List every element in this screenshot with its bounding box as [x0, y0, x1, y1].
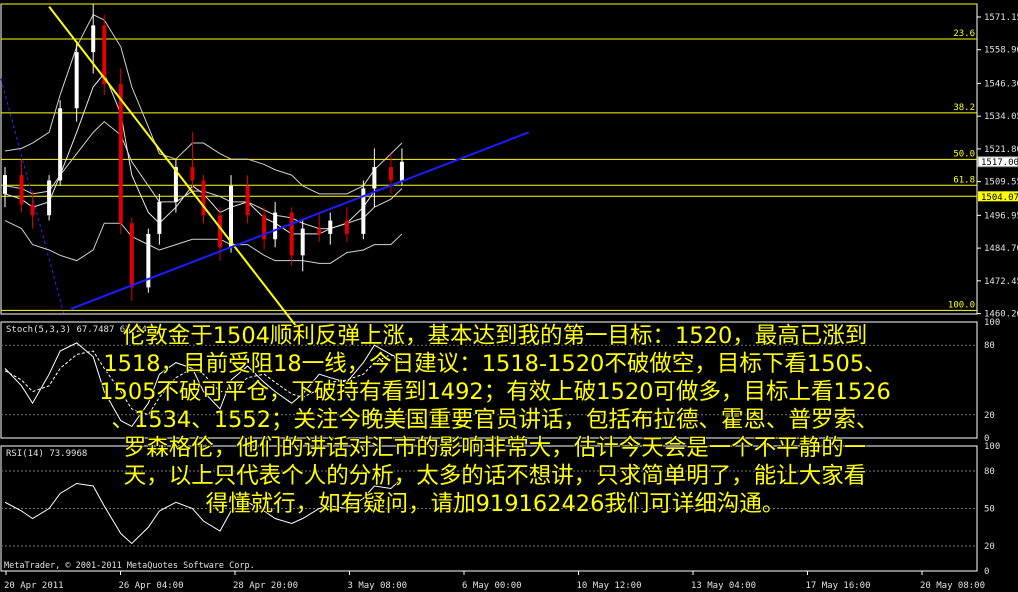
- analysis-line-2: 1518，目前受阻18一线，今日建议：1518-1520不破做空，目标下看150…: [103, 350, 888, 378]
- candle-body: [372, 167, 377, 189]
- time-tick-label: 26 Apr 04:00: [119, 581, 184, 591]
- marker-price-label: 1504.07: [981, 193, 1018, 203]
- candle-body: [19, 175, 24, 205]
- time-tick-label: 20 May 08:00: [920, 581, 985, 591]
- candle-body: [229, 185, 234, 248]
- candle-body: [129, 223, 134, 288]
- copyright-label: MetaTrader, © 2001-2011 MetaQuotes Softw…: [4, 561, 255, 571]
- time-tick-label: 17 May 16:00: [806, 581, 871, 591]
- analysis-line-5: 罗森格伦，他们的讲话对汇市的影响非常大，估计今天会是一个不平静的一: [123, 434, 867, 462]
- price-tick-label: 1546.30: [984, 79, 1018, 89]
- fib-level-label: 100.0: [948, 300, 975, 310]
- time-tick-label: 3 May 08:00: [348, 581, 408, 591]
- candle-body: [118, 84, 123, 224]
- series-bb-upper: [4, 14, 403, 195]
- time-tick-label: 13 May 04:00: [691, 581, 756, 591]
- candle-body: [201, 180, 206, 216]
- candle-body: [388, 167, 393, 181]
- trendline-blue-uptrend: [70, 131, 530, 310]
- fib-level-label: 38.2: [953, 103, 975, 113]
- candle-body: [47, 180, 52, 216]
- candle-body: [91, 25, 96, 53]
- trendline-yellow-downtrend: [48, 6, 298, 329]
- price-tick-label: 1484.70: [984, 244, 1018, 254]
- candle-body: [245, 185, 250, 216]
- price-tick-label: 1496.95: [984, 211, 1018, 221]
- rsi-tick-label: 20: [984, 542, 995, 552]
- time-tick-label: 28 Apr 20:00: [233, 581, 298, 591]
- current-price-label: 1517.00: [981, 158, 1018, 168]
- price-tick-label: 1571.15: [984, 13, 1018, 23]
- price-tick-label: 1521.80: [984, 145, 1018, 155]
- candle-body: [190, 167, 195, 181]
- fib-level-label: 50.0: [953, 149, 975, 159]
- analysis-line-1: 伦敦金于1504顺利反弹上涨，基本达到我的第一目标：1520，最高已涨到: [122, 322, 868, 350]
- candle-body: [328, 220, 333, 234]
- analysis-line-7: 得懂就行，如有疑问，请加919162426我们可详细沟通。: [205, 490, 785, 518]
- candle-body: [273, 212, 278, 240]
- price-tick-label: 1558.90: [984, 46, 1018, 56]
- candle-body: [344, 220, 349, 234]
- candle-body: [3, 175, 7, 194]
- candle-body: [157, 201, 162, 234]
- fib-level-label: 61.8: [953, 175, 975, 185]
- time-tick-label: 6 May 00:00: [462, 581, 522, 591]
- price-tick-label: 1472.45: [984, 277, 1018, 287]
- candle-body: [218, 215, 223, 248]
- candle-body: [58, 108, 63, 181]
- analysis-line-6: 天，以上只代表个人的分析，太多的话不想讲，只求简单明了，能让大家看: [123, 462, 867, 490]
- candle-body: [399, 161, 404, 181]
- candle-body: [300, 228, 305, 256]
- analysis-text-overlay: 伦敦金于1504顺利反弹上涨，基本达到我的第一目标：1520，最高已涨到 151…: [0, 322, 990, 518]
- fib-level-label: 23.6: [953, 29, 975, 39]
- candle-body: [317, 228, 322, 234]
- candle-body: [30, 204, 35, 216]
- candle-body: [74, 52, 79, 109]
- price-tick-label: 1534.05: [984, 112, 1018, 122]
- price-tick-label: 1509.55: [984, 178, 1018, 188]
- analysis-line-4: 、1534、1552；关注今晚美国重要官员讲话，包括布拉德、霍恩、普罗索、: [111, 406, 880, 434]
- analysis-line-3: 1505不破可平仓，下破持有看到1492；有效上破1520可做多，目标上看152…: [98, 378, 891, 406]
- candle-body: [289, 212, 294, 256]
- chart-window: 1571.15 1558.90 1546.30 1534.05 1521.80 1509.…: [0, 0, 1018, 592]
- time-tick-label: 10 May 12:00: [577, 581, 642, 591]
- time-tick-label: 20 Apr 2011: [4, 581, 64, 591]
- rsi-tick-label: 0: [984, 567, 989, 577]
